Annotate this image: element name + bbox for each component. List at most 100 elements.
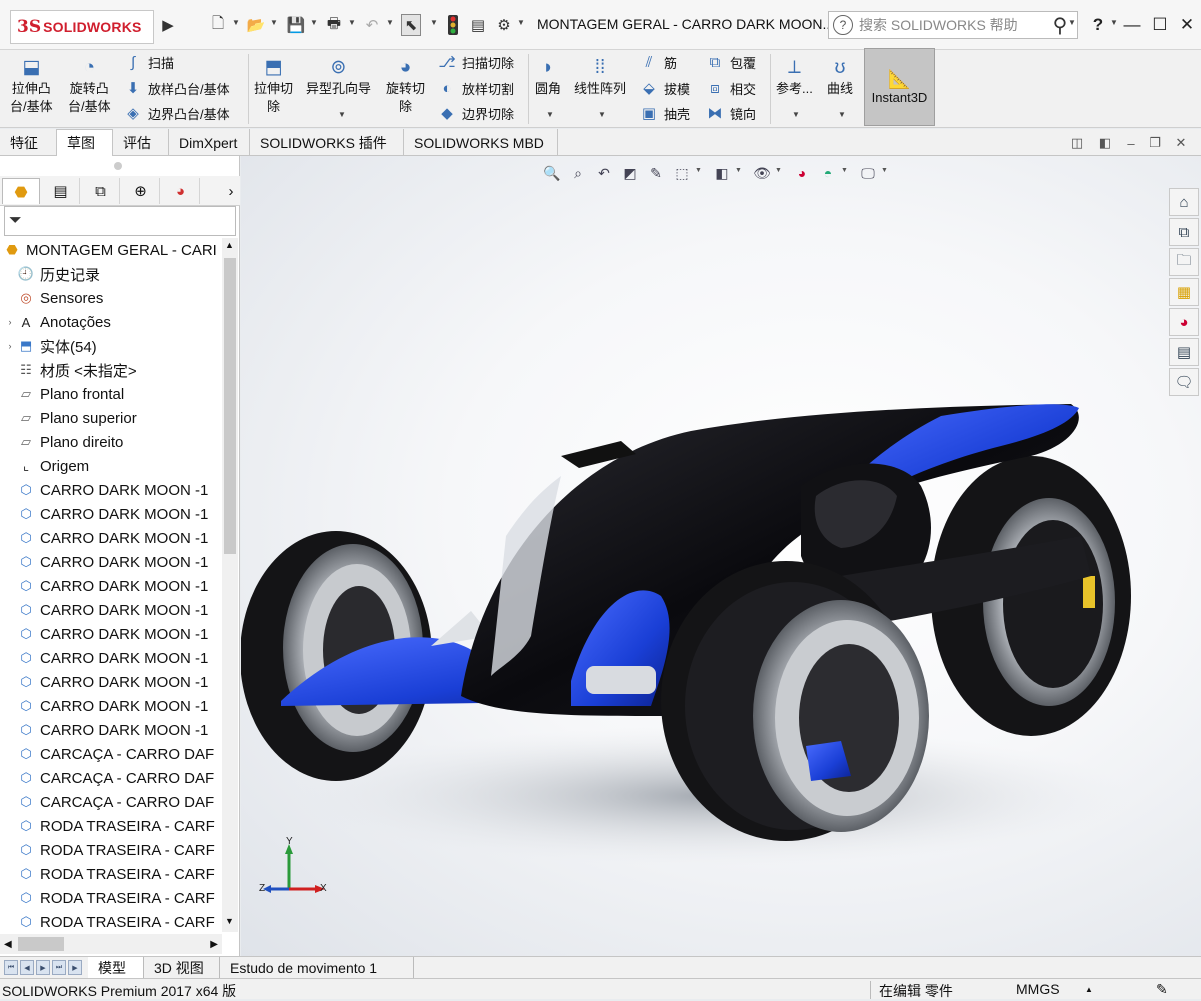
tree-item[interactable]: › ⬒ 实体(54) (4, 334, 97, 358)
tab-mbd[interactable]: SOLIDWORKS MBD (404, 129, 558, 156)
panel-grip[interactable] (114, 162, 122, 170)
sweep-button[interactable]: ∫ 扫描 (122, 52, 174, 72)
rib-button[interactable]: ⫽ 筋 (638, 52, 677, 72)
curves-button[interactable]: ʊ 曲线 (826, 56, 854, 98)
tree-item[interactable]: ▱ Plano frontal (4, 382, 124, 406)
fillet-button[interactable]: ◗ 圆角 (534, 56, 562, 98)
tree-item[interactable]: ⬡ CARCAÇA - CARRO DAF (4, 790, 214, 814)
reference-dropdown-icon[interactable]: ▼ (792, 110, 800, 119)
hole-wizard-button[interactable]: ⊚ 异型孔向导 (306, 56, 371, 98)
open-dropdown-icon[interactable]: ▼ (270, 18, 278, 27)
last-tab-icon[interactable]: ⏭ (52, 960, 66, 975)
open-icon[interactable]: 📂 (246, 14, 266, 36)
tree-item[interactable]: ▱ Plano direito (4, 430, 123, 454)
status-options-icon[interactable]: ✎ (1156, 981, 1168, 998)
tree-item[interactable]: ⬡ CARRO DARK MOON -1 (4, 574, 208, 598)
hscroll-thumb[interactable] (17, 937, 64, 951)
maximize-icon[interactable]: ☐ (1146, 12, 1174, 38)
expand-menu-icon[interactable]: ▶ (158, 14, 178, 36)
tree-item[interactable]: ◎ Sensores (4, 286, 103, 310)
tab-evaluate[interactable]: 评估 (113, 129, 169, 156)
display-manager-tab-icon[interactable]: ◕ (162, 178, 200, 204)
expand-arrow-icon[interactable]: › (4, 341, 16, 351)
options-dropdown-icon[interactable]: ▼ (517, 18, 525, 27)
options-gear-icon[interactable]: ⚙ (494, 14, 514, 36)
select-cursor-icon[interactable]: ⬉ (401, 14, 421, 36)
revolve-cut-button[interactable]: ◕ 旋转切 除 (386, 56, 425, 116)
tab-3d-views[interactable]: 3D 视图 (144, 957, 220, 978)
design-library-icon[interactable]: ⧉ (1169, 218, 1199, 246)
tree-item[interactable]: ⬡ CARRO DARK MOON -1 (4, 478, 208, 502)
search-placeholder[interactable]: 搜索 SOLIDWORKS 帮助 (859, 15, 1043, 35)
tree-item[interactable]: ⌞ Origem (4, 454, 89, 478)
tree-item[interactable]: ⬡ RODA TRASEIRA - CARF (4, 838, 214, 862)
viewport-minimize-icon[interactable]: – (1120, 132, 1142, 154)
configuration-manager-tab-icon[interactable]: ⧉ (82, 178, 120, 204)
view-palette-icon[interactable]: ▦ (1169, 278, 1199, 306)
solidworks-logo[interactable]: 3S SOLIDWORKS (10, 10, 154, 44)
linear-pattern-button[interactable]: ⁞⁞ 线性阵列 (574, 56, 626, 98)
property-manager-tab-icon[interactable]: ▤ (42, 178, 80, 204)
save-dropdown-icon[interactable]: ▼ (310, 18, 318, 27)
extrude-cut-button[interactable]: ⬒ 拉伸切 除 (254, 56, 293, 116)
tree-item[interactable]: ▱ Plano superior (4, 406, 137, 430)
tree-item[interactable]: ⬡ CARRO DARK MOON -1 (4, 622, 208, 646)
tree-item[interactable]: ☷ 材质 <未指定> (4, 358, 137, 382)
tree-root[interactable]: ⬣ MONTAGEM GERAL - CARI (2, 238, 217, 262)
help-icon[interactable]: ? (1084, 12, 1112, 38)
tab-dimxpert[interactable]: DimXpert (169, 129, 250, 156)
pattern-dropdown-icon[interactable]: ▼ (598, 110, 606, 119)
appearances-scenes-icon[interactable]: ◕ (1169, 308, 1199, 336)
scroll-right-icon[interactable]: ▶ (210, 939, 218, 950)
tree-item[interactable]: ⬡ CARRO DARK MOON -1 (4, 598, 208, 622)
help-dropdown-icon[interactable]: ▼ (1110, 18, 1118, 27)
units-dropdown-icon[interactable]: ▲ (1085, 985, 1093, 994)
tree-item[interactable]: ⬡ CARRO DARK MOON -1 (4, 718, 208, 742)
extrude-boss-button[interactable]: ⬓ 拉伸凸 台/基体 (10, 56, 53, 116)
intersect-button[interactable]: ⧈ 相交 (704, 78, 756, 98)
lofted-cut-button[interactable]: ◐ 放样切割 (436, 78, 514, 98)
new-dropdown-icon[interactable]: ▼ (232, 18, 240, 27)
print-icon[interactable]: 🖶 (324, 14, 344, 36)
dimxpert-manager-tab-icon[interactable]: ⊕ (122, 178, 160, 204)
expand-arrow-icon[interactable]: › (4, 317, 16, 327)
tree-item[interactable]: ⬡ RODA TRASEIRA - CARF (4, 862, 214, 886)
tree-item[interactable]: ⬡ RODA TRASEIRA - CARF (4, 814, 214, 838)
tree-filter[interactable]: ⏷ (4, 206, 236, 236)
status-units[interactable]: MMGS (1016, 981, 1060, 997)
tab-sketch[interactable]: 草图 (57, 129, 113, 156)
tab-features[interactable]: 特征 (0, 129, 57, 156)
tree-vertical-scrollbar[interactable]: ▲ ▼ (222, 238, 238, 932)
file-explorer-icon[interactable]: 🗀 (1169, 248, 1199, 276)
undo-dropdown-icon[interactable]: ▼ (386, 18, 394, 27)
scroll-up-icon[interactable]: ▲ (225, 240, 234, 250)
viewport-split-icon[interactable]: ◧ (1094, 132, 1116, 154)
car-3d-model[interactable] (241, 156, 1161, 956)
scroll-down-icon[interactable]: ▼ (225, 916, 234, 926)
tab-model[interactable]: 模型 (88, 957, 144, 978)
scroll-thumb[interactable] (224, 258, 236, 554)
print-dropdown-icon[interactable]: ▼ (348, 18, 356, 27)
minimize-icon[interactable]: — (1118, 12, 1146, 38)
help-search-box[interactable]: ? 搜索 SOLIDWORKS 帮助 ⚲ (828, 11, 1078, 39)
tree-item[interactable]: ⬡ CARCAÇA - CARRO DAF (4, 766, 214, 790)
new-document-icon[interactable]: 🗋 (208, 14, 228, 36)
tree-item[interactable]: ⬡ CARRO DARK MOON -1 (4, 502, 208, 526)
tree-item[interactable]: ⬡ CARCAÇA - CARRO DAF (4, 742, 214, 766)
tab-addins[interactable]: SOLIDWORKS 插件 (250, 129, 404, 156)
next-tab-icon[interactable]: ▶ (36, 960, 50, 975)
tree-item[interactable]: ⬡ CARRO DARK MOON -1 (4, 670, 208, 694)
save-icon[interactable]: 💾 (286, 14, 306, 36)
loft-boss-button[interactable]: ⬇ 放样凸台/基体 (122, 78, 230, 98)
solidworks-resources-icon[interactable]: ⌂ (1169, 188, 1199, 216)
tree-horizontal-scrollbar[interactable]: ◀ ▶ (0, 934, 222, 954)
curves-dropdown-icon[interactable]: ▼ (838, 110, 846, 119)
custom-properties-icon[interactable]: ▤ (1169, 338, 1199, 366)
end-tab-icon[interactable]: ▶ (68, 960, 82, 975)
hole-wizard-dropdown-icon[interactable]: ▼ (338, 110, 346, 119)
viewport-pin-icon[interactable]: ◫ (1066, 132, 1088, 154)
mirror-button[interactable]: ⧓ 镜向 (704, 103, 757, 123)
tree-item[interactable]: ⬡ RODA TRASEIRA - CARF (4, 910, 214, 934)
feature-manager-tab-icon[interactable]: ⬣ (2, 178, 40, 204)
tree-item[interactable]: 🕘 历史记录 (4, 262, 100, 286)
